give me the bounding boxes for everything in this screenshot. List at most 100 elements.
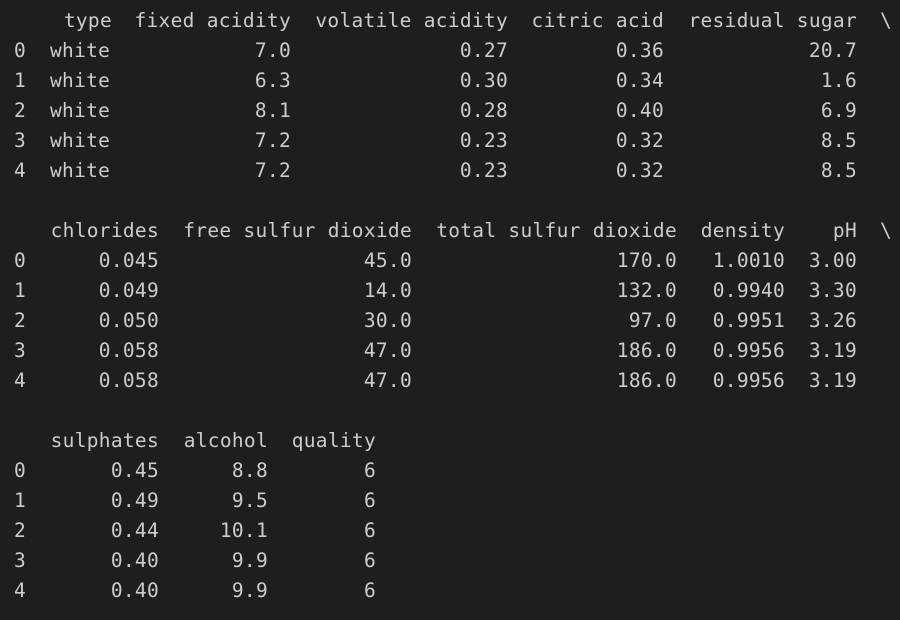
- cell-free-sulfur-dioxide: 30.0: [363, 309, 412, 332]
- cell-free-sulfur-dioxide: 14.0: [363, 279, 412, 302]
- cell-citric-acid: 0.32: [615, 159, 664, 182]
- cell-volatile-acidity: 0.27: [459, 39, 508, 62]
- cell-type: white: [50, 99, 111, 122]
- column-header-ph: pH: [832, 219, 857, 242]
- cell-volatile-acidity: 0.23: [459, 129, 508, 152]
- cell-sulphates: 0.45: [110, 459, 159, 482]
- column-header-type: type: [63, 9, 112, 32]
- table-header-row: type fixed acidity volatile acidity citr…: [0, 6, 900, 36]
- cell-sulphates: 0.40: [110, 579, 159, 602]
- line-continuation-marker: \: [880, 219, 893, 242]
- table-row: 2 0.44 10.1 6: [0, 516, 900, 546]
- row-index: 2: [14, 99, 27, 122]
- cell-ph: 3.00: [808, 249, 857, 272]
- table-row: 4 white 7.2 0.23 0.32 8.5: [0, 156, 900, 186]
- line-continuation-marker: \: [880, 9, 893, 32]
- cell-chlorides: 0.045: [98, 249, 159, 272]
- cell-residual-sugar: 20.7: [808, 39, 857, 62]
- cell-quality: 6: [363, 519, 376, 542]
- row-index: 0: [14, 39, 27, 62]
- column-header-fixed-acidity: fixed acidity: [134, 9, 291, 32]
- cell-alcohol: 9.9: [231, 579, 268, 602]
- table-row: 0 0.45 8.8 6: [0, 456, 900, 486]
- cell-fixed-acidity: 7.0: [254, 39, 291, 62]
- cell-density: 1.0010: [712, 249, 785, 272]
- cell-ph: 3.26: [808, 309, 857, 332]
- table-row: 2 0.050 30.0 97.0 0.9951 3.26: [0, 306, 900, 336]
- cell-chlorides: 0.058: [98, 339, 159, 362]
- table-row: 3 white 7.2 0.23 0.32 8.5: [0, 126, 900, 156]
- cell-density: 0.9951: [712, 309, 785, 332]
- cell-free-sulfur-dioxide: 47.0: [363, 369, 412, 392]
- row-index: 1: [14, 69, 27, 92]
- cell-total-sulfur-dioxide: 186.0: [616, 339, 677, 362]
- column-header-total-sulfur-dioxide: total sulfur dioxide: [436, 219, 677, 242]
- cell-density: 0.9940: [712, 279, 785, 302]
- table-header-row: sulphates alcohol quality: [0, 426, 900, 456]
- cell-total-sulfur-dioxide: 186.0: [616, 369, 677, 392]
- row-index: 4: [14, 579, 27, 602]
- table-row: 4 0.40 9.9 6: [0, 576, 900, 606]
- cell-sulphates: 0.49: [110, 489, 159, 512]
- cell-residual-sugar: 8.5: [820, 129, 857, 152]
- cell-total-sulfur-dioxide: 170.0: [616, 249, 677, 272]
- cell-fixed-acidity: 8.1: [254, 99, 291, 122]
- cell-alcohol: 10.1: [219, 519, 268, 542]
- cell-density: 0.9956: [712, 369, 785, 392]
- cell-chlorides: 0.050: [98, 309, 159, 332]
- column-header-free-sulfur-dioxide: free sulfur dioxide: [183, 219, 412, 242]
- cell-type: white: [50, 159, 111, 182]
- dataframe-output: type fixed acidity volatile acidity citr…: [0, 0, 900, 620]
- cell-total-sulfur-dioxide: 97.0: [628, 309, 677, 332]
- row-index: 4: [14, 369, 27, 392]
- table-row: 1 white 6.3 0.30 0.34 1.6: [0, 66, 900, 96]
- cell-type: white: [50, 39, 111, 62]
- cell-volatile-acidity: 0.30: [459, 69, 508, 92]
- table-row: 4 0.058 47.0 186.0 0.9956 3.19: [0, 366, 900, 396]
- row-index: 4: [14, 159, 27, 182]
- row-index: 3: [14, 339, 27, 362]
- row-index: 3: [14, 129, 27, 152]
- cell-quality: 6: [363, 579, 376, 602]
- cell-alcohol: 9.5: [231, 489, 268, 512]
- cell-residual-sugar: 8.5: [820, 159, 857, 182]
- cell-volatile-acidity: 0.23: [459, 159, 508, 182]
- cell-quality: 6: [363, 459, 376, 482]
- table-row: 1 0.049 14.0 132.0 0.9940 3.30: [0, 276, 900, 306]
- cell-quality: 6: [363, 489, 376, 512]
- cell-total-sulfur-dioxide: 132.0: [616, 279, 677, 302]
- cell-free-sulfur-dioxide: 47.0: [363, 339, 412, 362]
- table-row: 1 0.49 9.5 6: [0, 486, 900, 516]
- row-index: 1: [14, 279, 27, 302]
- cell-citric-acid: 0.34: [615, 69, 664, 92]
- table-row: 0 0.045 45.0 170.0 1.0010 3.00: [0, 246, 900, 276]
- cell-sulphates: 0.40: [110, 549, 159, 572]
- row-index: 2: [14, 519, 27, 542]
- table-row: 2 white 8.1 0.28 0.40 6.9: [0, 96, 900, 126]
- column-header-volatile-acidity: volatile acidity: [315, 9, 508, 32]
- row-index: 3: [14, 549, 27, 572]
- table-row: 0 white 7.0 0.27 0.36 20.7: [0, 36, 900, 66]
- column-header-quality: quality: [291, 429, 376, 452]
- row-index: 2: [14, 309, 27, 332]
- cell-alcohol: 9.9: [231, 549, 268, 572]
- cell-ph: 3.30: [808, 279, 857, 302]
- cell-residual-sugar: 1.6: [820, 69, 857, 92]
- row-index: 0: [14, 249, 27, 272]
- cell-citric-acid: 0.40: [615, 99, 664, 122]
- cell-chlorides: 0.049: [98, 279, 159, 302]
- cell-ph: 3.19: [808, 339, 857, 362]
- column-header-sulphates: sulphates: [50, 429, 159, 452]
- cell-alcohol: 8.8: [231, 459, 268, 482]
- cell-fixed-acidity: 7.2: [254, 129, 291, 152]
- cell-type: white: [50, 129, 111, 152]
- cell-fixed-acidity: 6.3: [254, 69, 291, 92]
- table-header-row: chlorides free sulfur dioxide total sulf…: [0, 216, 900, 246]
- cell-density: 0.9956: [712, 339, 785, 362]
- cell-free-sulfur-dioxide: 45.0: [363, 249, 412, 272]
- cell-citric-acid: 0.36: [615, 39, 664, 62]
- cell-quality: 6: [363, 549, 376, 572]
- table-row: 3 0.058 47.0 186.0 0.9956 3.19: [0, 336, 900, 366]
- column-header-residual-sugar: residual sugar: [688, 9, 857, 32]
- column-header-chlorides: chlorides: [50, 219, 159, 242]
